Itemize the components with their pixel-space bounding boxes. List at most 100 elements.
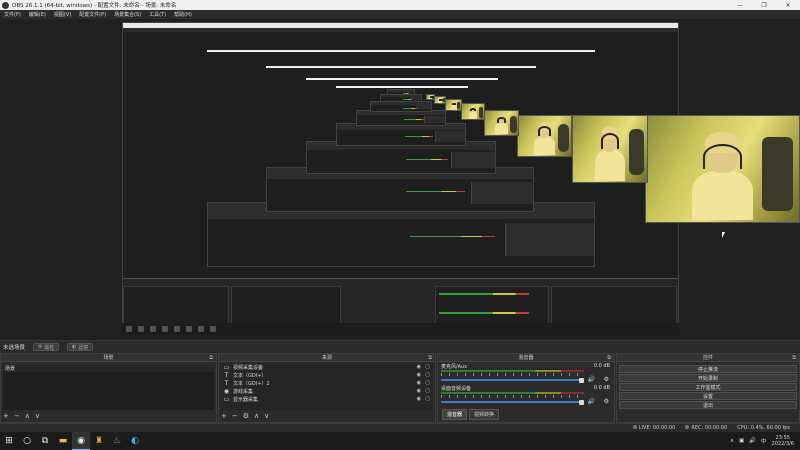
menu-bar: 文件(F) 编辑(E) 视图(V) 配置文件(P) 场景集合(S) 工具(T) … — [0, 10, 800, 19]
gear-icon[interactable]: ⚙ — [604, 398, 609, 405]
headset-icon — [438, 98, 443, 101]
webcam-feed — [484, 110, 519, 136]
search-icon[interactable]: ○ — [18, 432, 36, 450]
mirrored-obs-window — [336, 123, 466, 146]
controls-dock-header: 控件 ⧉ — [617, 354, 799, 362]
ime-icon[interactable]: 中 — [761, 437, 767, 445]
eye-icon[interactable]: ◉ — [417, 372, 421, 378]
source-item-text-2[interactable]: T 文本（GDI+）2 ◉ ▢ — [221, 379, 433, 387]
lock-icon[interactable]: ▢ — [425, 364, 430, 370]
menu-scene-collection[interactable]: 场景集合(S) — [110, 11, 145, 18]
streamer — [438, 97, 443, 103]
maximize-button[interactable]: ❐ — [752, 2, 776, 9]
move-scene-up-button[interactable]: ∧ — [25, 412, 30, 420]
mirror-meter — [404, 135, 434, 137]
mirrored-taskbar-icon — [138, 326, 144, 332]
source-item-display-capture[interactable]: ▭ 显示器采集 ◉ ▢ — [221, 395, 433, 403]
eye-icon[interactable]: ◉ — [417, 364, 421, 370]
shield-app-icon[interactable]: ♜ — [90, 432, 108, 450]
gear-icon[interactable]: ⚙ — [604, 376, 609, 383]
menu-edit[interactable]: 编辑(E) — [25, 11, 50, 18]
start-recording-button[interactable]: 开始录制 — [619, 374, 797, 382]
filters-button[interactable]: ◐ 滤镜 — [67, 343, 94, 351]
obs-icon[interactable]: ◉ — [72, 432, 90, 450]
lock-icon[interactable]: ▢ — [425, 396, 430, 402]
edge-icon[interactable]: ◐ — [126, 432, 144, 450]
exit-button[interactable]: 退出 — [619, 401, 797, 409]
network-icon[interactable]: ▣ — [739, 438, 744, 444]
mirror-controls — [504, 222, 594, 257]
remove-scene-button[interactable]: − — [14, 412, 20, 420]
dock-float-icon[interactable]: ⧉ — [428, 355, 432, 361]
volume-slider[interactable] — [441, 379, 580, 381]
streamer-body — [595, 150, 625, 181]
obs-logo-icon — [2, 1, 9, 9]
tab-mixer[interactable]: 混音器 — [442, 409, 468, 420]
lock-icon[interactable]: ▢ — [425, 388, 430, 394]
clock[interactable]: 23:55 2022/3/6 — [772, 435, 794, 447]
mirror-controls — [435, 130, 465, 142]
menu-tools[interactable]: 工具(T) — [145, 11, 170, 18]
menu-profile[interactable]: 配置文件(P) — [75, 11, 110, 18]
tray-expand-icon[interactable]: ∧ — [730, 438, 734, 444]
menu-view[interactable]: 视图(V) — [50, 11, 75, 18]
clock-date: 2022/3/6 — [771, 441, 794, 447]
eye-icon[interactable]: ◉ — [417, 380, 421, 386]
lock-icon[interactable]: ▢ — [425, 380, 430, 386]
preview-canvas[interactable] — [0, 19, 800, 340]
minimize-button[interactable]: — — [728, 2, 752, 9]
tab-video-transitions[interactable]: 视频转换 — [469, 409, 500, 420]
properties-button[interactable]: ⚙ 属性 — [33, 343, 60, 351]
mirror-controls — [471, 181, 533, 205]
eye-icon[interactable]: ◉ — [417, 388, 421, 394]
dock-float-icon[interactable]: ⧉ — [209, 355, 213, 361]
streamer — [533, 121, 556, 156]
gaming-chair — [762, 137, 793, 212]
speaker-icon[interactable]: 🔊 — [588, 398, 595, 405]
move-scene-down-button[interactable]: ∨ — [35, 412, 40, 420]
display-capture-icon: ▭ — [223, 395, 230, 403]
source-properties-button[interactable]: ⚙ — [243, 412, 249, 420]
gaming-chair — [629, 129, 645, 176]
game-capture-icon: ◉ — [223, 387, 230, 395]
close-button[interactable]: ✕ — [776, 2, 800, 9]
streamer — [468, 106, 478, 119]
studio-mode-button[interactable]: 工作室模式 — [619, 383, 797, 391]
steam-icon[interactable]: ♨ — [108, 432, 126, 450]
dock-float-icon[interactable]: ⧉ — [607, 355, 611, 361]
speaker-icon[interactable]: 🔊 — [588, 376, 595, 383]
file-explorer-icon[interactable]: ▬ — [54, 432, 72, 450]
move-source-up-button[interactable]: ∧ — [254, 412, 259, 420]
volume-slider-handle[interactable] — [579, 377, 584, 383]
sources-dock-footer: + − ⚙ ∧ ∨ — [221, 411, 433, 421]
eye-icon[interactable]: ◉ — [417, 396, 421, 402]
dock-float-icon[interactable]: ⧉ — [792, 355, 796, 361]
menu-file[interactable]: 文件(F) — [0, 11, 25, 18]
rec-dot-icon — [685, 425, 690, 429]
scenes-dock: 场景 ⧉ 场景 + − ∧ ∨ — [0, 353, 217, 423]
remove-source-button[interactable]: − — [232, 412, 238, 420]
menu-help[interactable]: 帮助(H) — [170, 11, 196, 18]
streamer-body — [494, 123, 509, 135]
volume-slider-handle[interactable] — [579, 399, 584, 405]
source-item-text-1[interactable]: T 文本（GDI+） ◉ ▢ — [221, 371, 433, 379]
stop-streaming-button[interactable]: 停止推流 — [619, 365, 797, 373]
volume-icon[interactable]: 🔊 — [749, 438, 756, 444]
no-scene-label: 未选场景 — [3, 345, 26, 351]
source-item-game-capture[interactable]: ◉ 游戏采集 ◉ ▢ — [221, 387, 433, 395]
mirror-meter — [409, 235, 496, 237]
scene-item[interactable]: 场景 — [3, 365, 214, 372]
headset-icon — [702, 143, 743, 169]
add-scene-button[interactable]: + — [3, 412, 9, 420]
settings-button[interactable]: 设置 — [619, 392, 797, 400]
system-tray: ∧ ▣ 🔊 中 23:55 2022/3/6 — [730, 435, 800, 447]
volume-slider[interactable] — [441, 401, 580, 403]
add-source-button[interactable]: + — [221, 412, 227, 420]
windows-start-icon[interactable]: ⊞ — [0, 432, 18, 450]
headset-icon — [537, 126, 552, 136]
source-item-video-capture[interactable]: ▭ 视频采集设备 ◉ ▢ — [221, 363, 433, 371]
task-view-icon[interactable]: ⧉ — [36, 432, 54, 450]
move-source-down-button[interactable]: ∨ — [264, 412, 269, 420]
mirrored-taskbar-icon — [186, 326, 192, 332]
lock-icon[interactable]: ▢ — [425, 372, 430, 378]
